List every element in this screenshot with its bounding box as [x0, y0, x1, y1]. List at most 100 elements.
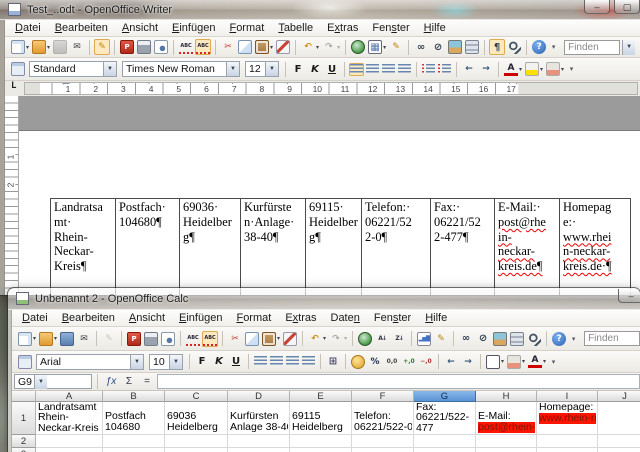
borders-button[interactable]: ▾ [485, 354, 505, 370]
find-next-button[interactable]: ▼ [636, 39, 640, 55]
hyperlink-text[interactable]: post@rhein-ne [478, 422, 535, 433]
paragraph-style-combo[interactable]: Standard▼ [29, 61, 117, 77]
background-color-button[interactable]: ▾ [545, 61, 565, 77]
table-cell[interactable]: Kurfürsten·Anlage·38-40¶ [241, 199, 306, 295]
cell-D3[interactable] [228, 448, 290, 452]
cell-I3[interactable] [537, 448, 598, 452]
toolbar-overflow-button[interactable]: ▾ [548, 39, 559, 55]
cut-button[interactable]: ✂ [220, 39, 236, 55]
cell-G2[interactable] [414, 435, 476, 448]
menu-format[interactable]: Format [229, 311, 278, 325]
toolbar-overflow-button[interactable]: ▾ [568, 331, 579, 347]
navigator-button[interactable]: ⊘ [430, 39, 446, 55]
row-header-1[interactable]: 1 [12, 402, 36, 435]
find-replace-button[interactable]: ∞ [413, 39, 429, 55]
edit-file-button[interactable]: ✎ [94, 39, 110, 55]
zoom-button[interactable] [526, 331, 542, 347]
sum-button[interactable]: Σ [121, 375, 137, 389]
column-header-h[interactable]: H [476, 391, 537, 402]
page-preview-button[interactable] [153, 39, 169, 55]
print-button[interactable] [136, 39, 152, 55]
table-cell[interactable]: Fax:·06221/522-477¶ [431, 199, 495, 295]
cell-H3[interactable] [476, 448, 537, 452]
increase-indent-button[interactable]: → [478, 61, 494, 77]
draw-functions-button[interactable]: ✎ [388, 39, 404, 55]
chevron-down-icon[interactable]: ▾ [344, 335, 347, 342]
function-wizard-button[interactable]: ƒx [103, 375, 119, 389]
insert-chart-button[interactable]: ▂▅▇ [416, 331, 432, 347]
cell-F2[interactable] [352, 435, 414, 448]
auto-spellcheck-button[interactable]: ABC [202, 331, 218, 347]
menu-format[interactable]: Format [222, 21, 271, 35]
cell-J1[interactable] [598, 402, 640, 435]
cut-button[interactable]: ✂ [227, 331, 243, 347]
format-paintbrush-button[interactable] [275, 39, 291, 55]
vertical-ruler[interactable]: 12 [5, 96, 19, 295]
find-input[interactable] [584, 331, 640, 346]
merge-cells-button[interactable]: ⊞ [325, 354, 341, 370]
font-name-combo[interactable]: Arial▼ [36, 354, 144, 370]
styles-panel-button[interactable] [10, 61, 26, 77]
underline-button[interactable]: U [228, 354, 244, 370]
cell-A2[interactable] [36, 435, 103, 448]
grid-corner-box[interactable] [12, 391, 36, 402]
highlighting-button[interactable]: ▾ [524, 61, 544, 77]
font-size-combo[interactable]: 12▼ [245, 61, 279, 77]
cell-H2[interactable] [476, 435, 537, 448]
chevron-down-icon[interactable]: ▾ [561, 66, 564, 73]
help-button[interactable]: ? [551, 331, 567, 347]
copy-button[interactable] [237, 39, 253, 55]
menu-datei[interactable]: Datei [8, 21, 48, 35]
bullet-list-button[interactable] [437, 63, 452, 76]
gallery-button[interactable] [447, 39, 463, 55]
cell-D1[interactable]: KurfürstenAnlage 38-40 [228, 402, 290, 435]
navigator-button[interactable]: ⊘ [475, 331, 491, 347]
row-header-3[interactable]: 3 [12, 448, 36, 452]
table-cell[interactable]: 69115·Heidelberg¶ [306, 199, 362, 295]
cell-A3[interactable] [36, 448, 103, 452]
decrease-indent-button[interactable]: ← [461, 61, 477, 77]
align-center-button[interactable] [269, 355, 284, 368]
cell-B3[interactable] [103, 448, 165, 452]
table-cell[interactable]: Postfach·104680¶ [116, 199, 180, 295]
save-button[interactable] [52, 39, 68, 55]
menu-einfugen[interactable]: Einfügen [165, 21, 222, 35]
styles-panel-button[interactable] [17, 354, 33, 370]
draw-functions-button[interactable]: ✎ [433, 331, 449, 347]
column-header-j[interactable]: J [598, 391, 640, 402]
chevron-down-icon[interactable]: ▾ [316, 44, 319, 51]
redo-button[interactable]: ↷▾ [328, 331, 348, 347]
hyperlink-button[interactable] [357, 331, 373, 347]
chevron-down-icon[interactable]: ▾ [26, 44, 29, 51]
find-replace-button[interactable]: ∞ [458, 331, 474, 347]
writer-document-area[interactable]: 12 Landratsamt·Rhein-Neckar-Kreis¶Postfa… [5, 96, 640, 295]
increase-indent-button[interactable]: → [460, 354, 476, 370]
hyperlink-button[interactable] [350, 39, 366, 55]
menu-einfugen[interactable]: Einfügen [172, 311, 229, 325]
menu-bearbeiten[interactable]: Bearbeiten [48, 21, 115, 35]
menu-ansicht[interactable]: Ansicht [115, 21, 165, 35]
chevron-down-icon[interactable]: ▾ [33, 335, 36, 342]
chevron-down-icon[interactable]: ▼ [130, 355, 143, 369]
row-header-2[interactable]: 2 [12, 435, 36, 448]
new-document-button[interactable]: ▾ [17, 331, 37, 347]
menu-fenster[interactable]: Fenster [367, 311, 418, 325]
zoom-button[interactable] [506, 39, 522, 55]
table-cell[interactable]: E-Mail:·post@rhein-neckar-kreis.de¶ [495, 199, 560, 295]
spellcheck-button[interactable]: ABC [178, 39, 194, 55]
tab-stop-icon[interactable]: L [11, 81, 16, 91]
cell-E2[interactable] [290, 435, 352, 448]
calc-titlebar[interactable]: Unbenannt 2 - OpenOffice Calc [8, 288, 640, 310]
redo-button[interactable]: ↷▾ [321, 39, 341, 55]
undo-button[interactable]: ↶▾ [300, 39, 320, 55]
cell-F3[interactable] [352, 448, 414, 452]
data-sources-button[interactable] [464, 39, 480, 55]
column-header-d[interactable]: D [228, 391, 290, 402]
cell-C2[interactable] [165, 435, 228, 448]
open-button[interactable]: ▾ [31, 39, 51, 55]
column-header-a[interactable]: A [36, 391, 103, 402]
column-header-b[interactable]: B [103, 391, 165, 402]
font-color-button[interactable]: A▾ [527, 354, 547, 369]
standard-format-button[interactable]: 0,0 [384, 354, 400, 370]
cell-G1[interactable]: Fax:06221/522-477 [414, 402, 476, 435]
